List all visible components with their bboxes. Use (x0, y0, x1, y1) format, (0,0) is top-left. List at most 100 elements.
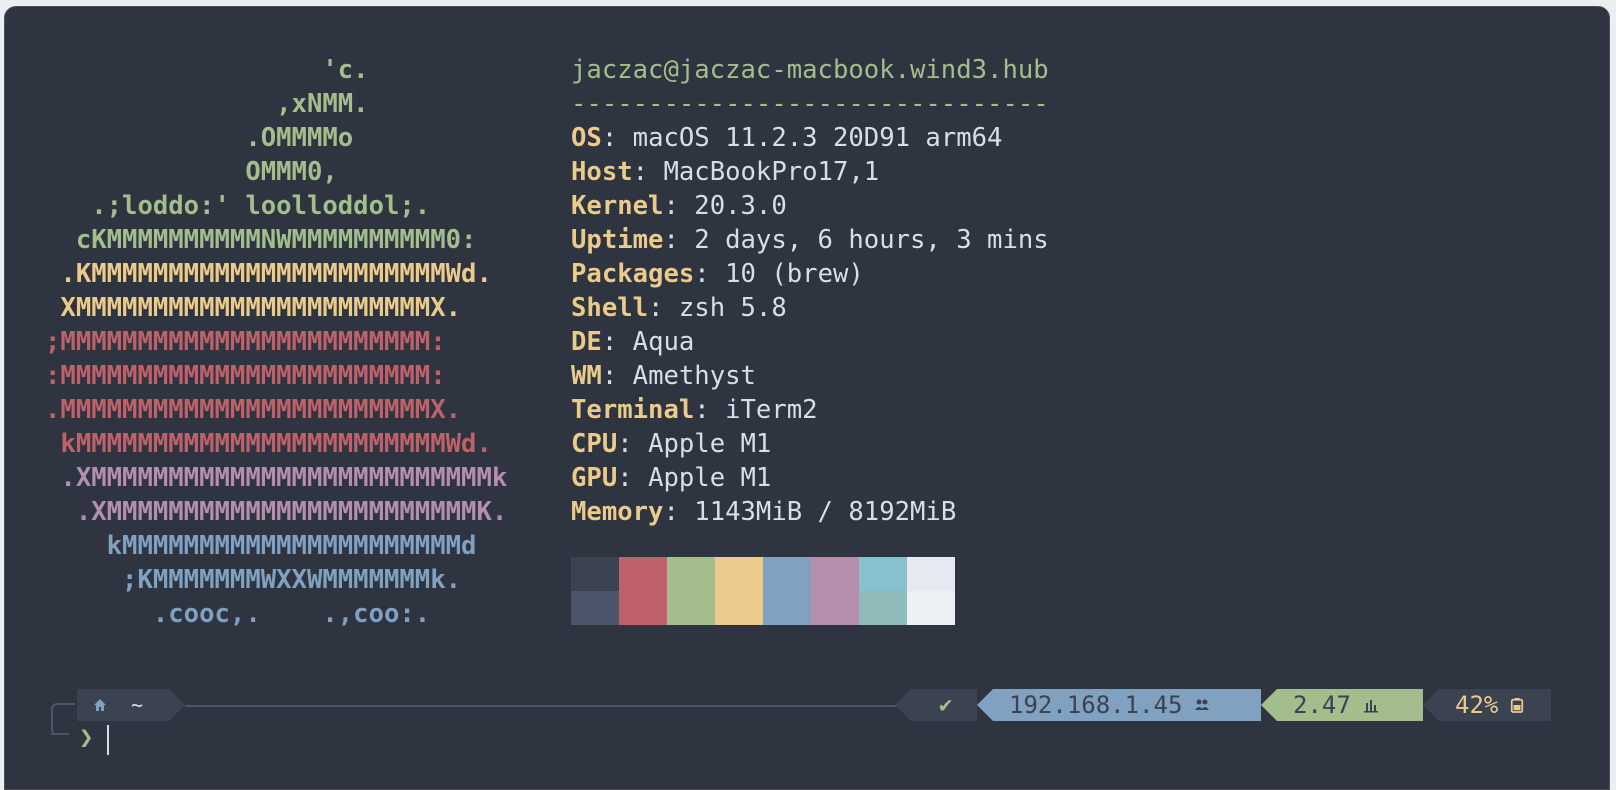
info-key: Memory (571, 497, 664, 527)
ip-segment: 192.168.1.45 (977, 689, 1261, 721)
info-value: 20.3.0 (678, 191, 787, 221)
info-row: GPU: Apple M1 (571, 461, 1049, 495)
info-row: WM: Amethyst (571, 359, 1049, 393)
ascii-line: ;MMMMMMMMMMMMMMMMMMMMMMMM: (45, 327, 446, 357)
palette-swatch (859, 591, 907, 625)
info-key: WM (571, 361, 602, 391)
color-palette (571, 557, 955, 625)
info-row: Host: MacBookPro17,1 (571, 155, 1049, 189)
info-colon: : (601, 361, 618, 391)
ascii-line: ,xNMM. (45, 89, 369, 119)
terminal-window[interactable]: 'c. ,xNMM. .OMMMMo OMMM0, .;loddo:' lool… (4, 6, 1610, 790)
system-info: jaczac@jaczac-macbook.wind3.hub --------… (571, 53, 1049, 529)
info-row: Packages: 10 (brew) (571, 257, 1049, 291)
info-value: macOS 11.2.3 20D91 arm64 (617, 123, 1003, 153)
info-key: Uptime (571, 225, 664, 255)
prompt-bracket (51, 703, 75, 735)
palette-swatch (571, 557, 619, 591)
status-segment: ✔ (895, 689, 977, 721)
info-colon: : (694, 395, 710, 425)
info-colon: : (663, 225, 679, 255)
prompt-caret: ❯ (79, 723, 94, 751)
info-value: iTerm2 (709, 395, 818, 425)
text-cursor[interactable] (107, 725, 109, 755)
ascii-line: .;loddo:' loolloddol;. (45, 191, 431, 221)
palette-swatch (811, 557, 859, 591)
info-value: Apple M1 (632, 463, 772, 493)
separator: ------------------------------- (571, 89, 1049, 119)
load-average: 2.47 (1293, 691, 1351, 719)
ascii-line: ;KMMMMMMMWXXWMMMMMMMk. (45, 565, 462, 595)
home-icon (94, 699, 106, 711)
info-value: 2 days, 6 hours, 3 mins (678, 225, 1049, 255)
info-value: MacBookPro17,1 (648, 157, 880, 187)
palette-swatch (763, 557, 811, 591)
palette-swatch (811, 591, 859, 625)
ascii-line: .cooc,. .,coo:. (45, 599, 431, 629)
info-key: DE (571, 327, 602, 357)
prompt-dir-segment: ~ (77, 689, 185, 721)
ascii-line: cKMMMMMMMMMMNWMMMMMMMMMM0: (45, 225, 477, 255)
info-row: CPU: Apple M1 (571, 427, 1049, 461)
load-segment: 2.47 (1261, 689, 1423, 721)
ascii-line: OMMM0, (45, 157, 338, 187)
info-colon: : (617, 463, 633, 493)
info-colon: : (694, 259, 710, 289)
apple-ascii-logo: 'c. ,xNMM. .OMMMMo OMMM0, .;loddo:' lool… (45, 53, 507, 631)
info-key: Terminal (571, 395, 695, 425)
palette-swatch (667, 557, 715, 591)
info-value: zsh 5.8 (663, 293, 787, 323)
info-value: Amethyst (617, 361, 756, 391)
palette-swatch (667, 591, 715, 625)
prompt-path: ~ (131, 693, 144, 717)
info-colon: : (663, 191, 679, 221)
info-row: Uptime: 2 days, 6 hours, 3 mins (571, 223, 1049, 257)
ascii-line: .XMMMMMMMMMMMMMMMMMMMMMMMMK. (45, 497, 508, 527)
ascii-line: kMMMMMMMMMMMMMMMMMMMMMMd (45, 531, 477, 561)
battery-level: 42% (1455, 691, 1499, 719)
info-colon: : (601, 123, 618, 153)
battery-segment: 42% (1423, 689, 1551, 721)
info-row: DE: Aqua (571, 325, 1049, 359)
info-key: Host (571, 157, 633, 187)
info-colon: : (601, 327, 618, 357)
bar-chart-icon (1363, 700, 1378, 713)
info-value: Apple M1 (632, 429, 772, 459)
info-key: GPU (571, 463, 618, 493)
palette-swatch (859, 557, 907, 591)
info-value: Aqua (617, 327, 695, 357)
ascii-line: kMMMMMMMMMMMMMMMMMMMMMMMMWd. (45, 429, 492, 459)
info-value: 1143MiB / 8192MiB (678, 497, 957, 527)
users-icon (1195, 699, 1210, 710)
ascii-line: .KMMMMMMMMMMMMMMMMMMMMMMMWd. (45, 259, 492, 289)
ascii-line: XMMMMMMMMMMMMMMMMMMMMMMMX. (45, 293, 462, 323)
palette-swatch (715, 591, 763, 625)
info-row: Memory: 1143MiB / 8192MiB (571, 495, 1049, 529)
ip-address: 192.168.1.45 (1009, 691, 1183, 719)
info-colon: : (617, 429, 633, 459)
info-key: CPU (571, 429, 618, 459)
ascii-line: .XMMMMMMMMMMMMMMMMMMMMMMMMMMk (45, 463, 508, 493)
info-key: Shell (571, 293, 649, 323)
info-colon: : (663, 497, 679, 527)
info-row: Shell: zsh 5.8 (571, 291, 1049, 325)
palette-swatch (619, 591, 667, 625)
prompt-rule (185, 705, 905, 707)
info-row: Terminal: iTerm2 (571, 393, 1049, 427)
ascii-line: :MMMMMMMMMMMMMMMMMMMMMMMM: (45, 361, 446, 391)
ascii-line: .OMMMMo (45, 123, 354, 153)
user-host: jaczac@jaczac-macbook.wind3.hub (571, 55, 1049, 85)
palette-swatch (619, 557, 667, 591)
battery-icon (1511, 698, 1524, 713)
info-key: OS (571, 123, 602, 153)
ascii-line: 'c. (45, 55, 369, 85)
info-key: Kernel (571, 191, 664, 221)
info-colon: : (648, 293, 664, 323)
info-value: 10 (brew) (709, 259, 864, 289)
check-icon: ✔ (939, 692, 953, 718)
palette-swatch (715, 557, 763, 591)
palette-swatch (907, 591, 955, 625)
ascii-line: .MMMMMMMMMMMMMMMMMMMMMMMMX. (45, 395, 462, 425)
palette-swatch (571, 591, 619, 625)
shell-prompt: ~ ✔ 192.168.1.45 2.47 42% ❯ (5, 685, 1609, 765)
